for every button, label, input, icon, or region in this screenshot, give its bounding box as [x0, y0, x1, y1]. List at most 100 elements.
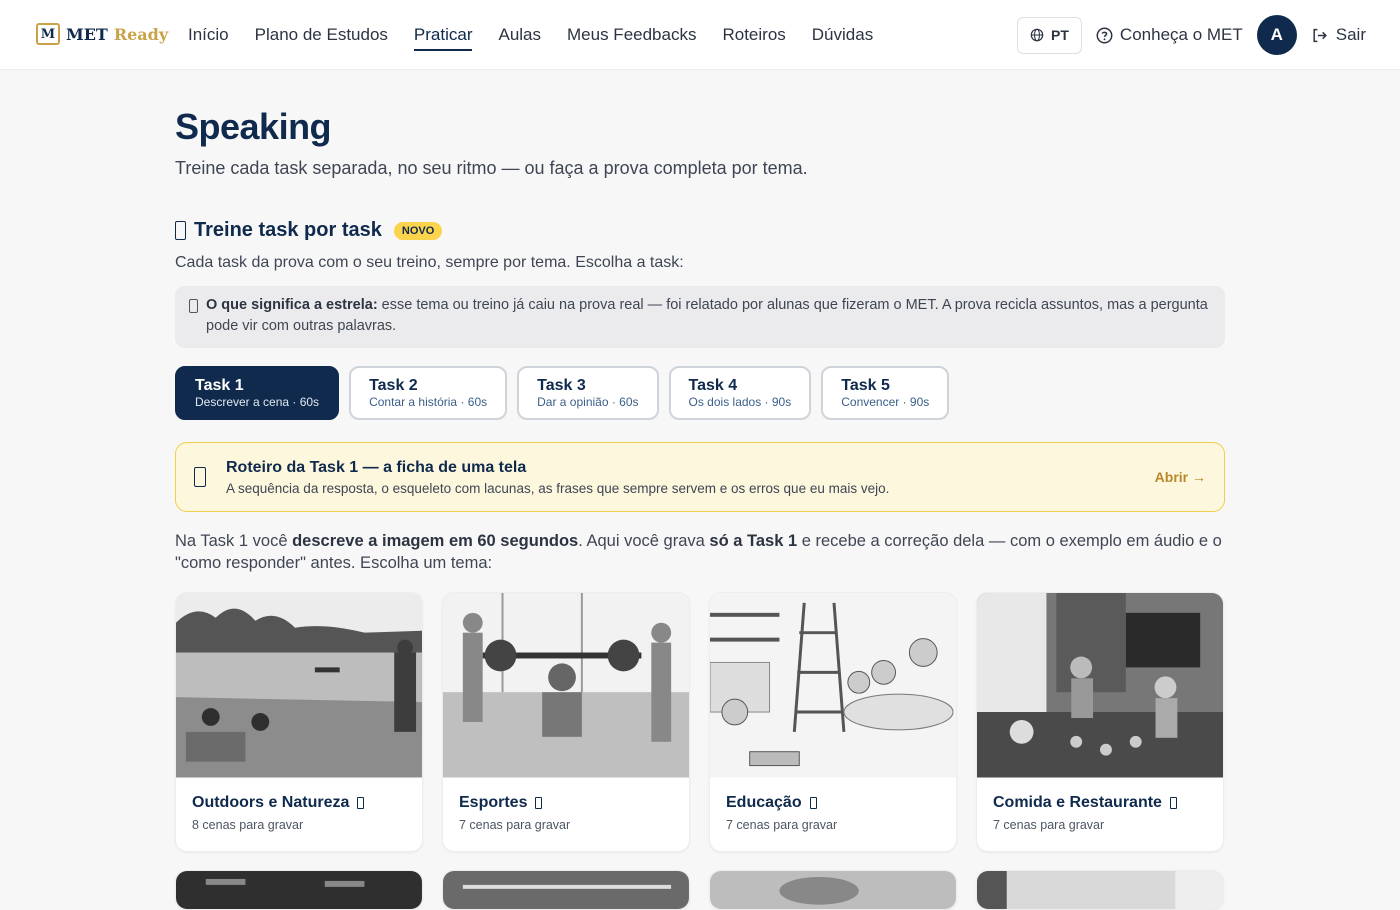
- theme-title-text: Educação: [726, 794, 802, 811]
- star-info-bold: O que significa a estrela:: [206, 297, 378, 313]
- task-tab-name: Task 1: [195, 377, 244, 394]
- section-title-text: Treine task por task: [194, 219, 382, 241]
- logo-text-ready: Ready: [113, 24, 169, 44]
- theme-image-esportes: [443, 593, 689, 779]
- intro-b2: só a Task 1: [709, 532, 798, 550]
- intro-b1: descreve a imagem em 60 segundos: [292, 532, 579, 550]
- theme-card-partial[interactable]: [976, 870, 1224, 910]
- theme-meta: 7 cenas para gravar: [459, 818, 571, 832]
- task-tab-name: Task 5: [841, 377, 890, 394]
- theme-image-partial: [443, 871, 689, 909]
- theme-title: Educação: [726, 794, 940, 812]
- theme-image-partial: [710, 871, 956, 909]
- section-description: Cada task da prova com o seu treino, sem…: [175, 254, 684, 271]
- nav-duvidas[interactable]: Dúvidas: [812, 19, 873, 51]
- missing-glyph-icon: [189, 299, 198, 313]
- logo-text-met: MET: [66, 24, 108, 44]
- theme-image-outdoors: [176, 593, 422, 779]
- task-intro: Na Task 1 você descreve a imagem em 60 s…: [175, 530, 1225, 574]
- globe-icon: [1030, 28, 1044, 42]
- logout-label: Sair: [1335, 25, 1366, 44]
- help-circle-icon: [1096, 27, 1113, 43]
- top-navbar: M MET Ready Início Plano de Estudos Prat…: [0, 0, 1400, 70]
- theme-card-partial[interactable]: [442, 870, 690, 910]
- theme-title-text: Esportes: [459, 794, 528, 811]
- theme-title: Comida e Restaurante: [993, 794, 1207, 812]
- brand-logo[interactable]: M MET Ready: [36, 23, 168, 45]
- theme-card-body: Educação 7 cenas para gravar: [710, 779, 956, 847]
- task-tab-2[interactable]: Task 2 Contar a história · 60s: [349, 366, 508, 420]
- missing-glyph-icon: [535, 797, 543, 809]
- theme-image-educacao: [710, 593, 956, 779]
- roteiro-description: A sequência da resposta, o esqueleto com…: [226, 480, 890, 496]
- theme-title: Esportes: [459, 794, 673, 812]
- task-tab-3[interactable]: Task 3 Dar a opinião · 60s: [517, 366, 659, 420]
- task-tab-name: Task 3: [537, 377, 586, 394]
- intro-p2: . Aqui você grava: [578, 532, 710, 550]
- nav-inicio[interactable]: Início: [188, 19, 229, 51]
- language-label: PT: [1051, 27, 1069, 43]
- missing-glyph-icon: [1169, 797, 1177, 809]
- theme-card-comida[interactable]: Comida e Restaurante 7 cenas para gravar: [976, 592, 1224, 852]
- header-actions: PT Conheça o MET A Sair: [1017, 0, 1366, 70]
- logout-button[interactable]: Sair: [1311, 25, 1366, 45]
- about-met-link[interactable]: Conheça o MET: [1096, 25, 1243, 45]
- task-tab-4[interactable]: Task 4 Os dois lados · 90s: [668, 366, 812, 420]
- task-tab-desc: Os dois lados · 90s: [688, 395, 792, 409]
- nav-praticar[interactable]: Praticar: [413, 19, 472, 51]
- missing-glyph-icon: [357, 797, 365, 809]
- nav-plano-de-estudos[interactable]: Plano de Estudos: [255, 19, 388, 51]
- main-nav: Início Plano de Estudos Praticar Aulas M…: [188, 0, 873, 70]
- star-info-box: O que significa a estrela: esse tema ou …: [175, 286, 1225, 348]
- nav-aulas[interactable]: Aulas: [498, 19, 541, 51]
- task-tab-name: Task 4: [688, 377, 738, 394]
- theme-card-esportes[interactable]: Esportes 7 cenas para gravar: [442, 592, 690, 852]
- task-tab-name: Task 2: [369, 377, 418, 394]
- page-title: Speaking: [175, 106, 332, 147]
- roteiro-open-link[interactable]: Abrir →: [1155, 469, 1206, 485]
- missing-glyph-icon: [809, 797, 817, 809]
- theme-card-educacao[interactable]: Educação 7 cenas para gravar: [709, 592, 957, 852]
- nav-roteiros[interactable]: Roteiros: [722, 19, 785, 51]
- logout-icon: [1313, 28, 1327, 42]
- roteiro-title: Roteiro da Task 1 — a ficha de uma tela: [226, 458, 527, 476]
- star-info-text: O que significa a estrela: esse tema ou …: [206, 295, 1211, 337]
- theme-image-partial: [176, 871, 422, 909]
- theme-card-outdoors[interactable]: Outdoors e Natureza 8 cenas para gravar: [175, 592, 423, 852]
- theme-title-text: Outdoors e Natureza: [192, 794, 350, 811]
- theme-title: Outdoors e Natureza: [192, 794, 406, 812]
- page-subtitle: Treine cada task separada, no seu ritmo …: [175, 158, 808, 178]
- roteiro-text: Roteiro da Task 1 — a ficha de uma tela …: [226, 459, 889, 496]
- theme-meta: 7 cenas para gravar: [726, 818, 838, 832]
- theme-card-partial[interactable]: [175, 870, 423, 910]
- language-button[interactable]: PT: [1017, 16, 1082, 54]
- section-title: Treine task por task NOVO: [175, 219, 1225, 242]
- theme-card-body: Outdoors e Natureza 8 cenas para gravar: [176, 779, 422, 847]
- main-content: Speaking Treine cada task separada, no s…: [175, 70, 1225, 910]
- theme-meta: 8 cenas para gravar: [192, 818, 304, 832]
- theme-meta: 7 cenas para gravar: [993, 818, 1105, 832]
- missing-glyph-icon: [175, 221, 186, 240]
- about-met-label: Conheça o MET: [1119, 25, 1243, 44]
- theme-card-body: Esportes 7 cenas para gravar: [443, 779, 689, 847]
- theme-grid: Outdoors e Natureza 8 cenas para gravar: [175, 592, 1225, 910]
- theme-image-comida: [977, 593, 1223, 779]
- roteiro-banner[interactable]: Roteiro da Task 1 — a ficha de uma tela …: [175, 442, 1225, 512]
- task-tab-1[interactable]: Task 1 Descrever a cena · 60s: [175, 366, 340, 420]
- nav-meus-feedbacks[interactable]: Meus Feedbacks: [567, 19, 696, 51]
- theme-card-partial[interactable]: [709, 870, 957, 910]
- logo-mark-icon: M: [36, 23, 60, 45]
- user-avatar[interactable]: A: [1256, 15, 1297, 55]
- theme-card-body: Comida e Restaurante 7 cenas para gravar: [977, 779, 1223, 847]
- intro-p1: Na Task 1 você: [175, 532, 293, 550]
- task-tab-5[interactable]: Task 5 Convencer · 90s: [821, 366, 950, 420]
- task-tab-desc: Convencer · 90s: [841, 395, 930, 409]
- task-tab-desc: Dar a opinião · 60s: [537, 395, 639, 409]
- theme-image-partial: [977, 871, 1223, 909]
- task-tabs: Task 1 Descrever a cena · 60s Task 2 Con…: [175, 366, 1225, 420]
- missing-glyph-icon: [194, 467, 206, 487]
- new-badge: NOVO: [393, 221, 443, 240]
- task-tab-desc: Descrever a cena · 60s: [195, 395, 320, 409]
- theme-title-text: Comida e Restaurante: [993, 794, 1162, 811]
- task-tab-desc: Contar a história · 60s: [369, 395, 488, 409]
